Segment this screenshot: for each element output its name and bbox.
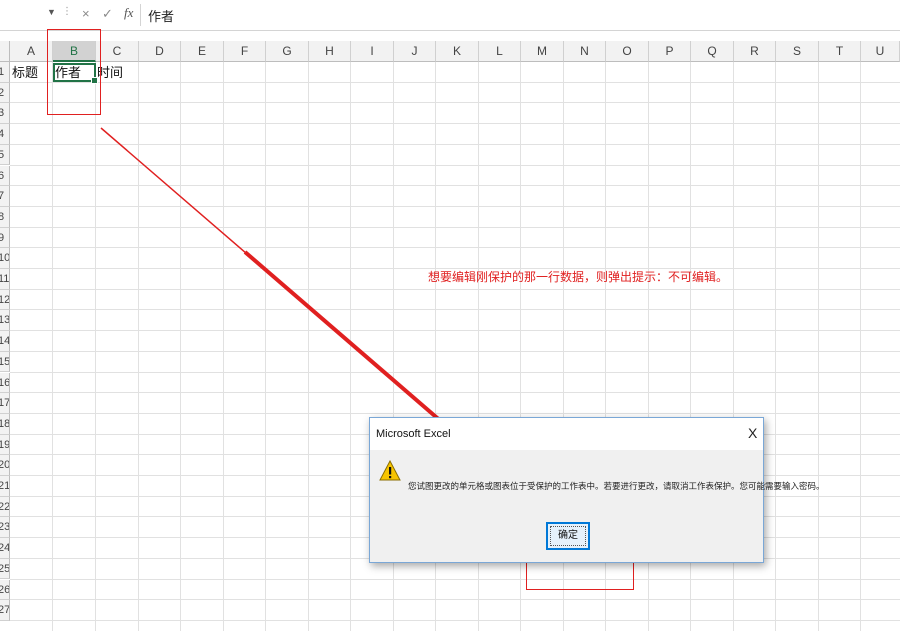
column-header-k[interactable]: K bbox=[436, 41, 479, 62]
grid-hline bbox=[10, 599, 900, 601]
column-header-i[interactable]: I bbox=[351, 41, 394, 62]
row-header-17[interactable]: 17 bbox=[0, 393, 10, 414]
chevron-down-icon[interactable]: ▼ bbox=[47, 7, 56, 17]
grid-vline bbox=[180, 62, 181, 631]
grid-hline bbox=[10, 392, 900, 394]
column-header-e[interactable]: E bbox=[181, 41, 224, 62]
grid-vline bbox=[860, 62, 861, 631]
grid-hline bbox=[10, 205, 900, 207]
column-header-m[interactable]: M bbox=[521, 41, 564, 62]
grid-hline bbox=[10, 81, 900, 83]
row-header-21[interactable]: 21 bbox=[0, 476, 10, 497]
row-header-13[interactable]: 13 bbox=[0, 310, 10, 332]
grid-vline bbox=[818, 62, 819, 631]
annotation-note: 想要编辑刚保护的那一行数据，则弹出提示：不可编辑。 bbox=[428, 270, 729, 284]
row-header-10[interactable]: 10 bbox=[0, 248, 10, 269]
row-header-6[interactable]: 6 bbox=[0, 165, 10, 187]
row-header-26[interactable]: 26 bbox=[0, 579, 10, 601]
row-header-11[interactable]: 11 bbox=[0, 269, 10, 290]
grid-vline bbox=[775, 62, 776, 631]
grid-hline bbox=[10, 185, 900, 187]
row-header-22[interactable]: 22 bbox=[0, 496, 10, 518]
column-header-r[interactable]: R bbox=[734, 41, 776, 62]
dialog-title: Microsoft Excel bbox=[376, 428, 451, 440]
column-header-d[interactable]: D bbox=[139, 41, 181, 62]
grid-hline bbox=[10, 123, 900, 125]
column-header-s[interactable]: S bbox=[776, 41, 819, 62]
enter-icon[interactable]: ✓ bbox=[102, 6, 113, 22]
grid-hline bbox=[10, 371, 900, 373]
row-header-25[interactable]: 25 bbox=[0, 558, 10, 580]
close-icon[interactable]: X bbox=[748, 425, 757, 441]
column-header-o[interactable]: O bbox=[606, 41, 649, 62]
grid-vline bbox=[350, 62, 351, 631]
grid-hline bbox=[10, 309, 900, 311]
select-all-corner[interactable] bbox=[0, 41, 10, 62]
grid-vline bbox=[52, 62, 53, 631]
grid-hline bbox=[10, 247, 900, 249]
column-header-c[interactable]: C bbox=[96, 41, 139, 62]
row-header-8[interactable]: 8 bbox=[0, 206, 10, 228]
row-header-24[interactable]: 24 bbox=[0, 538, 10, 559]
name-box[interactable]: ▼ bbox=[0, 4, 58, 24]
row-header-20[interactable]: 20 bbox=[0, 455, 10, 476]
grid-hline bbox=[10, 330, 900, 332]
highlight-box-column-b bbox=[47, 29, 101, 115]
column-header-p[interactable]: P bbox=[649, 41, 691, 62]
row-header-27[interactable]: 27 bbox=[0, 600, 10, 621]
grid-hline bbox=[10, 350, 900, 352]
column-header-f[interactable]: F bbox=[224, 41, 266, 62]
grid-hline bbox=[10, 619, 900, 621]
row-header-23[interactable]: 23 bbox=[0, 517, 10, 539]
grid-vline bbox=[223, 62, 224, 631]
column-header-t[interactable]: T bbox=[819, 41, 861, 62]
cancel-icon[interactable]: × bbox=[82, 6, 90, 21]
row-header-9[interactable]: 9 bbox=[0, 227, 10, 249]
row-header-19[interactable]: 19 bbox=[0, 434, 10, 456]
insert-function-icon[interactable]: fx bbox=[124, 5, 133, 21]
grid-vline bbox=[265, 62, 266, 631]
row-header-5[interactable]: 5 bbox=[0, 144, 10, 166]
grid-vline bbox=[95, 62, 96, 631]
row-header-18[interactable]: 18 bbox=[0, 413, 10, 435]
grid-vline bbox=[138, 62, 139, 631]
grid-hline bbox=[10, 226, 900, 228]
formula-input[interactable]: 作者 bbox=[148, 6, 174, 25]
cell-a1[interactable]: 标题 bbox=[12, 63, 38, 83]
column-header-q[interactable]: Q bbox=[691, 41, 734, 62]
grid-hline bbox=[10, 288, 900, 290]
row-header-14[interactable]: 14 bbox=[0, 331, 10, 352]
row-header-7[interactable]: 7 bbox=[0, 186, 10, 207]
row-header-12[interactable]: 12 bbox=[0, 289, 10, 311]
row-header-1[interactable]: 1 bbox=[0, 62, 10, 83]
column-header-u[interactable]: U bbox=[861, 41, 900, 62]
dialog-titlebar: Microsoft Excel X bbox=[370, 418, 763, 450]
focus-ring bbox=[550, 526, 586, 546]
warning-icon bbox=[379, 460, 401, 481]
formula-bar: ▼ ⋮ × ✓ fx 作者 bbox=[0, 0, 900, 31]
column-header-g[interactable]: G bbox=[266, 41, 309, 62]
column-header-n[interactable]: N bbox=[564, 41, 606, 62]
grid-hline bbox=[10, 578, 900, 580]
column-header-h[interactable]: H bbox=[309, 41, 351, 62]
row-header-3[interactable]: 3 bbox=[0, 103, 10, 125]
grid-hline bbox=[10, 412, 900, 414]
row-header-4[interactable]: 4 bbox=[0, 124, 10, 145]
column-header-j[interactable]: J bbox=[394, 41, 436, 62]
ok-button[interactable]: 确定 bbox=[546, 522, 590, 550]
more-options-icon: ⋮ bbox=[62, 6, 72, 17]
grid-hline bbox=[10, 164, 900, 166]
protected-sheet-dialog: Microsoft Excel X 您试图更改的单元格或图表位于受保护的工作表中… bbox=[369, 417, 825, 563]
column-header-l[interactable]: L bbox=[479, 41, 521, 62]
grid-hline bbox=[10, 143, 900, 145]
grid-hline bbox=[10, 102, 900, 104]
dialog-message: 您试图更改的单元格或图表位于受保护的工作表中。若要进行更改，请取消工作表保护。您… bbox=[408, 481, 825, 491]
row-header-16[interactable]: 16 bbox=[0, 372, 10, 394]
grid-vline bbox=[308, 62, 309, 631]
row-header-2[interactable]: 2 bbox=[0, 82, 10, 104]
row-header-15[interactable]: 15 bbox=[0, 351, 10, 373]
formula-bar-divider bbox=[140, 4, 141, 26]
